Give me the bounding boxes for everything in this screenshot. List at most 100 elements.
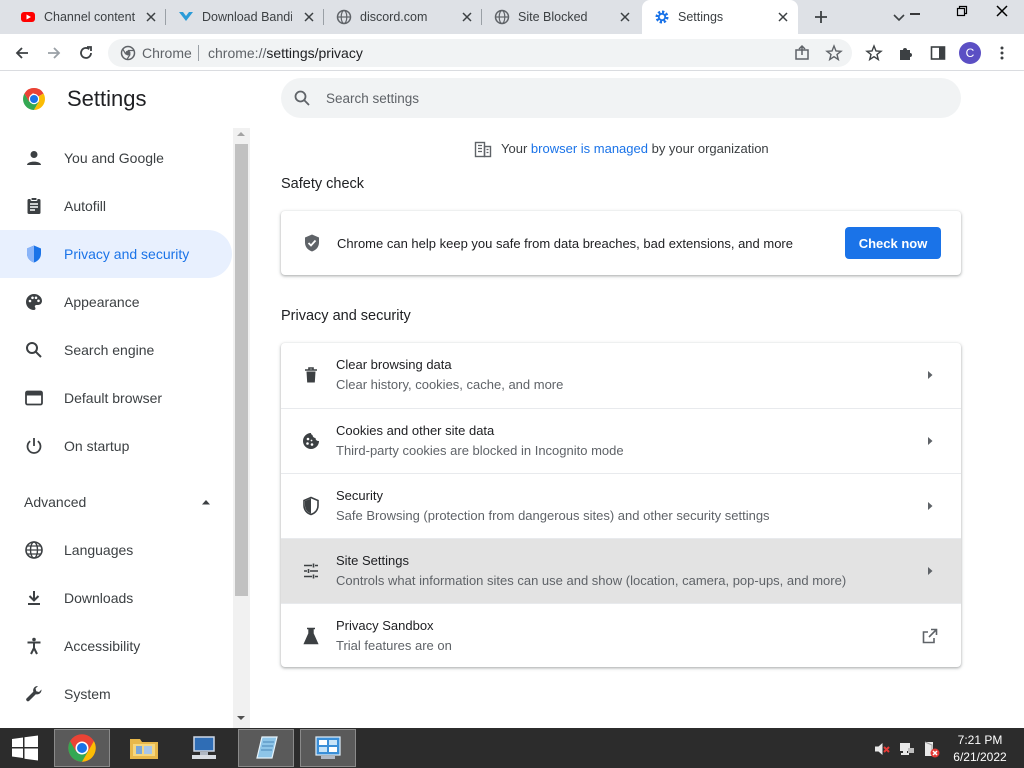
row-title: Clear browsing data <box>336 357 452 372</box>
sidebar-item-appearance[interactable]: Appearance <box>0 278 232 326</box>
trash-icon <box>305 367 317 383</box>
bookmarks-button[interactable] <box>862 41 886 65</box>
sidebar-item-label: Languages <box>64 542 134 558</box>
sidebar-item-accessibility[interactable]: Accessibility <box>0 622 232 670</box>
taskbar-control-panel[interactable] <box>300 729 356 767</box>
url-text[interactable]: chrome://settings/privacy <box>208 45 363 61</box>
chrome-icon <box>68 734 96 762</box>
new-tab-icon[interactable] <box>810 6 832 28</box>
share-icon <box>795 44 809 60</box>
gear-icon <box>655 10 669 24</box>
sidebar-advanced-toggle[interactable]: Advanced <box>24 494 86 510</box>
omnibox-divider <box>198 45 199 61</box>
minimize-button[interactable] <box>900 0 930 22</box>
taskbar-file-explorer[interactable] <box>116 729 172 767</box>
taskbar-chrome[interactable] <box>54 729 110 767</box>
tab-strip: Channel content Download Bandicam discor… <box>0 0 1024 34</box>
close-icon[interactable] <box>618 10 632 24</box>
tune-icon <box>304 563 318 579</box>
start-button[interactable] <box>2 729 48 767</box>
youtube-icon <box>21 12 35 22</box>
taskbar-remote-desktop[interactable] <box>176 729 232 767</box>
forward-button[interactable] <box>42 41 66 65</box>
sidebar-item-label: Accessibility <box>64 638 141 654</box>
close-window-button[interactable] <box>982 0 1022 22</box>
taskbar-clock-time[interactable]: 7:21 PM <box>940 733 1020 747</box>
sidebar-item-search-engine[interactable]: Search engine <box>0 326 232 374</box>
sidebar-item-label: System <box>64 686 111 702</box>
privacy-security-card: Clear browsing data Clear history, cooki… <box>281 343 961 667</box>
tab-channel-content[interactable]: Channel content <box>8 0 166 34</box>
search-icon <box>294 90 310 106</box>
sidebar-item-you-and-google[interactable]: You and Google <box>0 134 232 182</box>
profile-avatar[interactable]: C <box>959 42 981 64</box>
chrome-icon <box>120 45 136 61</box>
sidebar-item-autofill[interactable]: Autofill <box>0 182 232 230</box>
browser-managed-link[interactable]: browser is managed <box>531 141 648 156</box>
sidebar-item-label: Autofill <box>64 198 107 214</box>
row-subtitle: Third-party cookies are blocked in Incog… <box>336 443 624 458</box>
sidebar-item-privacy-and-security[interactable]: Privacy and security <box>0 230 232 278</box>
side-panel-button[interactable] <box>926 41 950 65</box>
cookie-icon <box>303 433 319 449</box>
sidebar-item-default-browser[interactable]: Default browser <box>0 374 232 422</box>
row-cookies[interactable]: Cookies and other site data Third-party … <box>281 408 961 473</box>
row-subtitle: Controls what information sites can use … <box>336 573 847 588</box>
clipboard-icon <box>27 197 41 214</box>
search-icon <box>26 342 42 358</box>
volume-muted-icon[interactable] <box>873 740 891 758</box>
sidebar-item-languages[interactable]: Languages <box>0 526 232 574</box>
tab-discord[interactable]: discord.com <box>324 0 482 34</box>
managed-notice: Your browser is managed by your organiza… <box>474 139 794 159</box>
tab-settings[interactable]: Settings <box>642 0 798 34</box>
menu-button[interactable] <box>990 41 1014 65</box>
sidebar-item-on-startup[interactable]: On startup <box>0 422 232 470</box>
taskbar-clock-date[interactable]: 6/21/2022 <box>940 750 1020 764</box>
windows-logo-icon <box>12 735 38 761</box>
row-clear-browsing-data[interactable]: Clear browsing data Clear history, cooki… <box>281 343 961 408</box>
safety-check-card: Chrome can help keep you safe from data … <box>281 211 961 275</box>
open-in-new-icon <box>922 628 938 644</box>
chrome-logo-icon <box>23 88 45 110</box>
check-now-button[interactable]: Check now <box>845 227 941 259</box>
close-icon[interactable] <box>302 10 316 24</box>
extensions-button[interactable] <box>894 41 918 65</box>
close-icon[interactable] <box>776 10 790 24</box>
action-center-icon[interactable] <box>922 740 940 758</box>
settings-sidebar: You and Google Autofill Privacy and secu… <box>0 128 233 728</box>
shield-icon <box>27 245 41 263</box>
sidebar-item-label: Search engine <box>64 342 155 358</box>
managed-prefix: Your <box>501 141 528 156</box>
tab-download-bandicam[interactable]: Download Bandicam <box>166 0 324 34</box>
back-button[interactable] <box>10 41 34 65</box>
share-button[interactable] <box>790 41 814 65</box>
close-icon[interactable] <box>144 10 158 24</box>
network-icon[interactable] <box>898 740 916 758</box>
tab-label: discord.com <box>360 10 428 24</box>
caret-up-icon[interactable] <box>200 498 212 506</box>
row-security[interactable]: Security Safe Browsing (protection from … <box>281 473 961 538</box>
building-icon <box>474 141 492 158</box>
tab-site-blocked[interactable]: Site Blocked <box>482 0 640 34</box>
privacy-security-heading: Privacy and security <box>281 308 411 324</box>
scroll-up-icon[interactable] <box>236 131 246 137</box>
more-vert-icon <box>1000 46 1004 60</box>
scrollbar-thumb[interactable] <box>235 144 248 596</box>
row-site-settings[interactable]: Site Settings Controls what information … <box>281 538 961 603</box>
sidebar-item-downloads[interactable]: Downloads <box>0 574 232 622</box>
restore-button[interactable] <box>947 0 977 22</box>
notepad-icon <box>256 736 278 759</box>
reload-button[interactable] <box>74 41 98 65</box>
managed-suffix: by your organization <box>651 141 769 156</box>
flask-icon <box>303 627 319 645</box>
tab-label: Settings <box>678 10 724 24</box>
search-input[interactable] <box>326 88 926 108</box>
taskbar-notepad[interactable] <box>238 729 294 767</box>
close-icon[interactable] <box>460 10 474 24</box>
row-subtitle: Clear history, cookies, cache, and more <box>336 377 564 392</box>
sidebar-item-label: Privacy and security <box>64 246 190 262</box>
sidebar-item-system[interactable]: System <box>0 670 232 718</box>
scroll-down-icon[interactable] <box>236 715 246 721</box>
row-privacy-sandbox[interactable]: Privacy Sandbox Trial features are on <box>281 603 961 667</box>
bookmark-button[interactable] <box>822 41 846 65</box>
